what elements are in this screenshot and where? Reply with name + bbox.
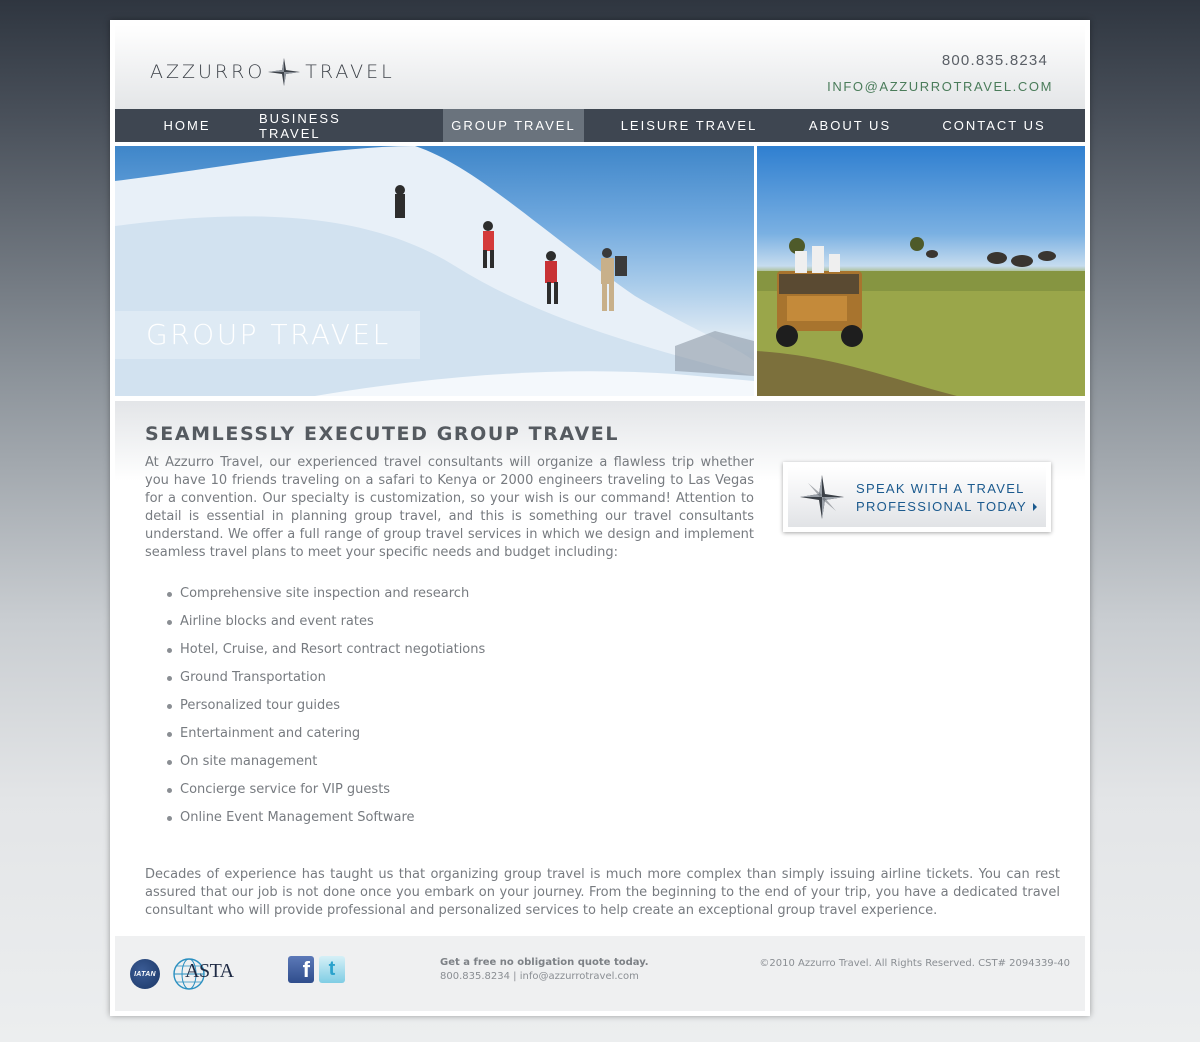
list-item: Ground Transportation xyxy=(167,669,485,697)
safari-jeep-illustration xyxy=(757,237,1085,396)
cta-line-1: SPEAK WITH A TRAVEL xyxy=(856,481,1025,496)
speak-with-professional-button[interactable]: SPEAK WITH A TRAVEL PROFESSIONAL TODAY xyxy=(783,462,1051,532)
nav-item-about-us[interactable]: ABOUT US xyxy=(794,109,906,142)
logo-text-travel: TRAVEL xyxy=(305,61,395,83)
nav-item-contact-us[interactable]: CONTACT US xyxy=(906,109,1082,142)
site-header: AZZURRO TRAVEL 800.835.8234 INFO@AZZURRO… xyxy=(115,25,1085,109)
arrow-right-icon xyxy=(1033,503,1038,511)
service-label: Ground Transportation xyxy=(180,670,326,685)
cta-text: SPEAK WITH A TRAVEL PROFESSIONAL TODAY xyxy=(856,480,1038,516)
cta-inner: SPEAK WITH A TRAVEL PROFESSIONAL TODAY xyxy=(788,467,1046,527)
facebook-icon[interactable]: f xyxy=(288,956,314,983)
nav-item-leisure-travel[interactable]: LEISURE TRAVEL xyxy=(584,109,794,142)
content-title: SEAMLESSLY EXECUTED GROUP TRAVEL xyxy=(145,423,620,445)
service-label: Hotel, Cruise, and Resort contract negot… xyxy=(180,642,486,657)
intro-paragraph: At Azzurro Travel, our experienced trave… xyxy=(145,455,754,560)
bullet-icon xyxy=(167,732,172,737)
list-item: Personalized tour guides xyxy=(167,697,485,725)
header-phone: 800.835.8234 xyxy=(941,52,1048,69)
list-item: Online Event Management Software xyxy=(167,809,485,837)
bullet-icon xyxy=(167,676,172,681)
cta-line-2: PROFESSIONAL TODAY xyxy=(856,499,1028,514)
service-label: Personalized tour guides xyxy=(180,698,340,713)
main-nav: HOME BUSINESS TRAVEL GROUP TRAVEL LEISUR… xyxy=(115,109,1085,142)
iatan-logo: IATAN xyxy=(130,959,160,989)
service-label: Entertainment and catering xyxy=(180,726,361,741)
asta-logo-text: ASTA xyxy=(185,960,234,982)
twitter-icon[interactable]: t xyxy=(319,956,345,983)
services-list: Comprehensive site inspection and resear… xyxy=(167,585,485,837)
copyright-text: ©2010 Azzurro Travel. All Rights Reserve… xyxy=(759,958,1070,969)
service-label: On site management xyxy=(180,754,318,769)
list-item: Concierge service for VIP guests xyxy=(167,781,485,809)
site-footer: IATAN ASTA f t Get a free no obligation … xyxy=(115,936,1085,1011)
compass-star-icon xyxy=(800,475,844,519)
hero-image-snow-hikers: GROUP TRAVEL xyxy=(115,146,754,396)
service-label: Online Event Management Software xyxy=(180,810,415,825)
service-label: Concierge service for VIP guests xyxy=(180,782,391,797)
bullet-icon xyxy=(167,592,172,597)
quote-contact: 800.835.8234 | info@azzurrotravel.com xyxy=(440,971,639,982)
service-label: Comprehensive site inspection and resear… xyxy=(180,586,470,601)
outro-paragraph: Decades of experience has taught us that… xyxy=(145,867,1060,918)
logo-text-azzurro: AZZURRO xyxy=(150,61,266,83)
bullet-icon xyxy=(167,648,172,653)
header-email-link[interactable]: INFO@AZZURROTRAVEL.COM xyxy=(827,79,1053,94)
hero-title: GROUP TRAVEL xyxy=(146,318,391,351)
quote-title: Get a free no obligation quote today. xyxy=(440,957,649,968)
bullet-icon xyxy=(167,704,172,709)
bullet-icon xyxy=(167,788,172,793)
nav-item-home[interactable]: HOME xyxy=(115,109,259,142)
list-item: Airline blocks and event rates xyxy=(167,613,485,641)
bullet-icon xyxy=(167,816,172,821)
nav-item-group-travel[interactable]: GROUP TRAVEL xyxy=(443,109,584,142)
service-label: Airline blocks and event rates xyxy=(180,614,374,629)
compass-star-icon xyxy=(268,58,301,86)
list-item: Hotel, Cruise, and Resort contract negot… xyxy=(167,641,485,669)
nav-item-business-travel[interactable]: BUSINESS TRAVEL xyxy=(259,109,403,142)
hero-image-safari xyxy=(757,146,1085,396)
list-item: On site management xyxy=(167,753,485,781)
site-logo[interactable]: AZZURRO TRAVEL xyxy=(150,58,395,86)
list-item: Comprehensive site inspection and resear… xyxy=(167,585,485,613)
page-container: AZZURRO TRAVEL 800.835.8234 INFO@AZZURRO… xyxy=(110,20,1090,1016)
main-content: SEAMLESSLY EXECUTED GROUP TRAVEL At Azzu… xyxy=(115,401,1085,931)
cta-line-2-wrap: PROFESSIONAL TODAY xyxy=(856,498,1038,516)
bullet-icon xyxy=(167,760,172,765)
list-item: Entertainment and catering xyxy=(167,725,485,753)
bullet-icon xyxy=(167,620,172,625)
